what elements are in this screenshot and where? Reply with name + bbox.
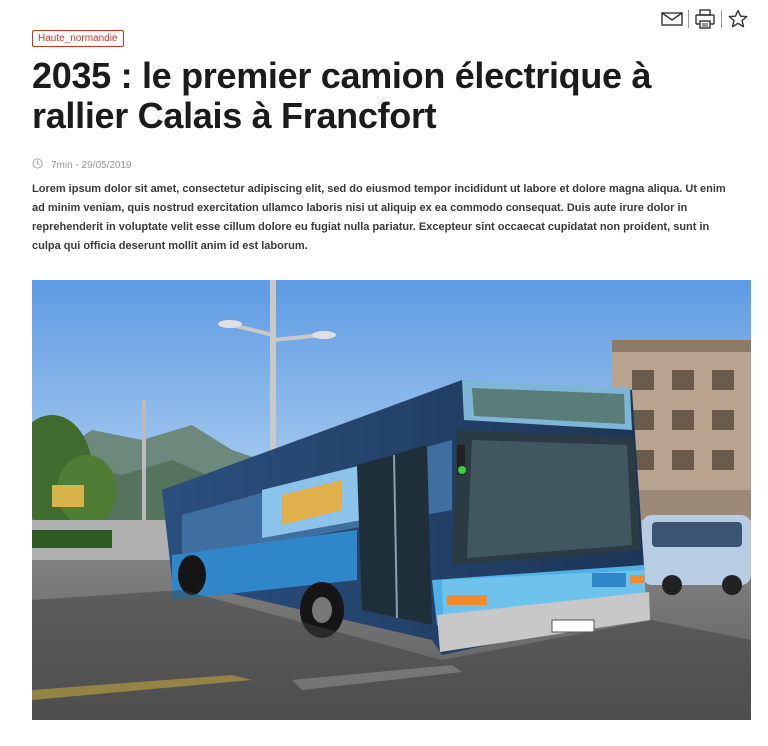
article-image — [32, 280, 751, 720]
category-tag[interactable]: Haute_normandie — [32, 30, 124, 47]
article-title: 2035 : le premier camion électrique à ra… — [32, 55, 652, 136]
article-toolbar — [658, 8, 752, 30]
clock-icon — [32, 158, 43, 172]
toolbar-divider — [688, 10, 689, 28]
read-time-and-date: 7min - 29/05/2019 — [51, 159, 132, 171]
print-icon[interactable] — [691, 8, 719, 30]
mail-icon[interactable] — [658, 8, 686, 30]
toolbar-divider — [721, 10, 722, 28]
article-meta: 7min - 29/05/2019 — [32, 158, 132, 172]
article-lead: Lorem ipsum dolor sit amet, consectetur … — [32, 183, 726, 252]
star-icon[interactable] — [724, 8, 752, 30]
